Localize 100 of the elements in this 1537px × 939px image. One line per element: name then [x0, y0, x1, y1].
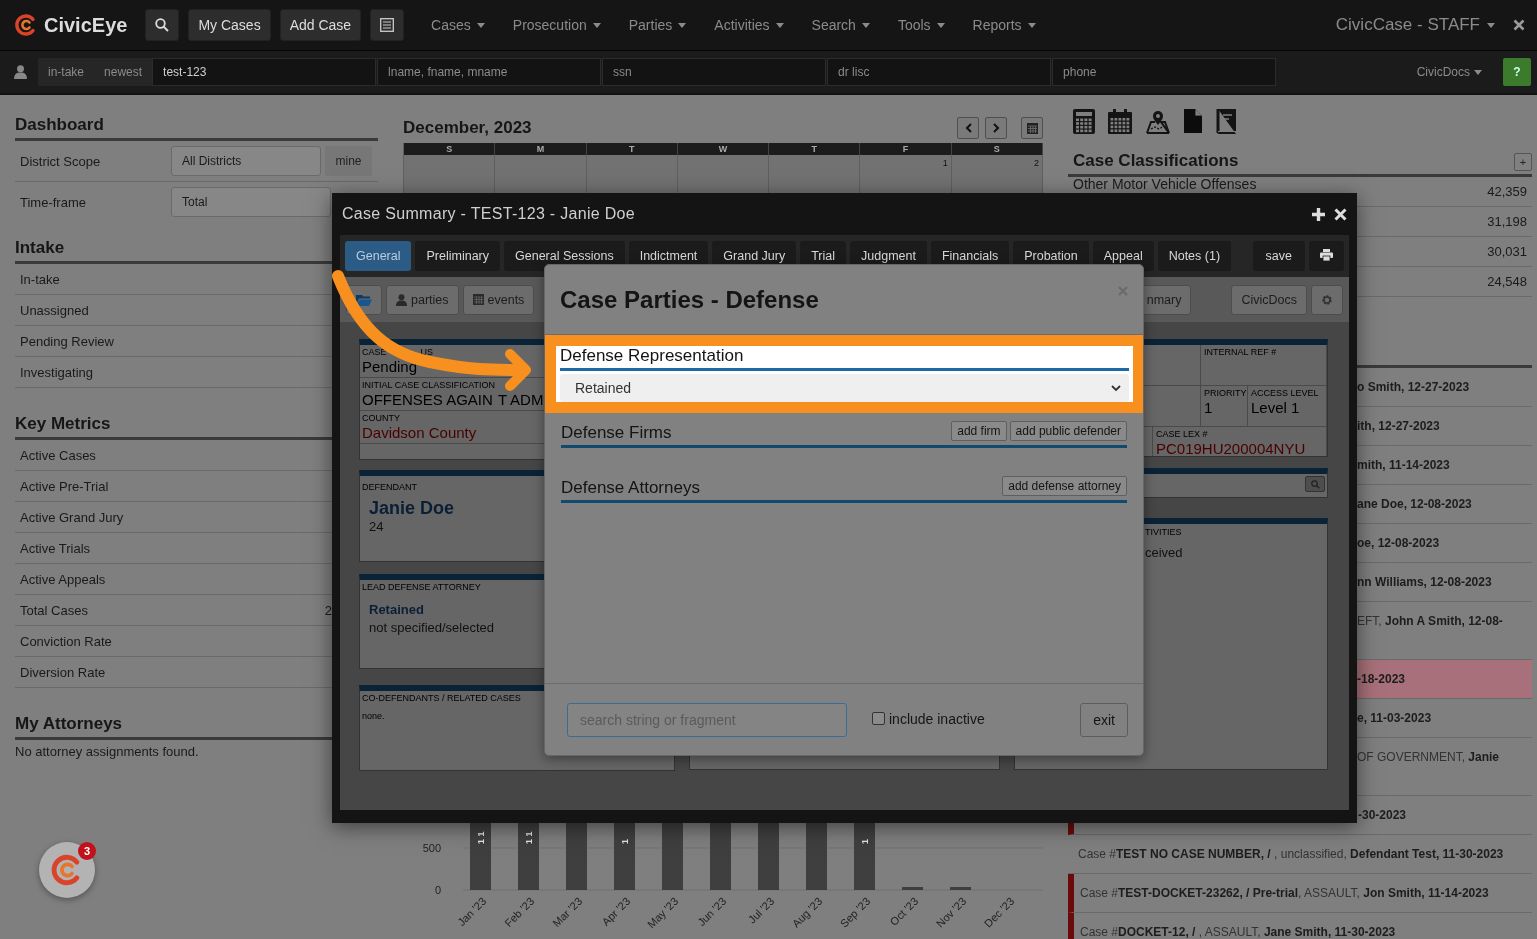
- field-label: ACCESS LEVEL: [1251, 388, 1319, 398]
- add-button[interactable]: +: [1514, 153, 1532, 171]
- search-field[interactable]: phone: [1052, 58, 1277, 86]
- case-list-item[interactable]: Case #TEST-DOCKET-23262, / Pre-trial, ASSAULT, Jon Smith, 11-14-2023: [1068, 874, 1532, 913]
- representation-select[interactable]: Retained: [560, 374, 1129, 402]
- filter-button[interactable]: in-take: [38, 58, 95, 86]
- nav-menu[interactable]: Activities: [714, 17, 784, 33]
- chart-bar: [662, 822, 683, 890]
- field-value: Pending: [362, 358, 418, 375]
- calendar-icon[interactable]: [1108, 109, 1132, 134]
- bar-value-label: 1: [860, 839, 870, 844]
- section-heading: Dashboard: [15, 115, 378, 141]
- map-pin-icon[interactable]: [1145, 109, 1171, 134]
- settings-icon: [1321, 293, 1333, 306]
- chart-bar: [518, 822, 539, 890]
- print-button[interactable]: [1309, 241, 1344, 271]
- calendar-day-cell[interactable]: 1: [860, 155, 952, 195]
- calendar-day-cell[interactable]: [404, 155, 496, 195]
- calendar-day-cell[interactable]: [495, 155, 587, 195]
- window-title: Case Summary - TEST-123 - Janie Doe: [342, 205, 636, 223]
- chart-bar: [614, 822, 635, 890]
- add-button[interactable]: add public defender: [1009, 421, 1127, 441]
- chart-bar: [854, 822, 875, 890]
- tab[interactable]: General: [345, 241, 412, 271]
- caret-icon: [592, 22, 601, 28]
- axis-month-label: May '23: [644, 894, 681, 931]
- help-button[interactable]: ?: [1503, 58, 1531, 86]
- app-menu[interactable]: CivicCase - STAFF: [1335, 15, 1495, 35]
- case-list-item[interactable]: Case #DOCKET-12, / , ASSAULT, Jane Smith, 11-30-2023: [1068, 913, 1532, 939]
- document-icon[interactable]: [1184, 109, 1202, 133]
- calendar-day-cell[interactable]: 2: [951, 155, 1043, 195]
- tab[interactable]: Notes (1): [1157, 241, 1232, 271]
- tab[interactable]: Preliminary: [415, 241, 500, 271]
- calendar-day-cell[interactable]: [586, 155, 678, 195]
- axis-tick-label: 0: [434, 884, 441, 896]
- axis-month-label: Oct '23: [887, 894, 921, 928]
- exit-button[interactable]: exit: [1080, 702, 1128, 737]
- metric-label: Total Cases: [20, 602, 88, 618]
- classification-label[interactable]: Other Motor Vehicle Offenses: [1073, 175, 1257, 192]
- classification-count: 30,031: [1487, 244, 1527, 259]
- search-field[interactable]: dr lisc: [827, 58, 1052, 86]
- nav-menu[interactable]: Parties: [628, 17, 687, 33]
- dialog-title: Case Parties - Defense: [560, 285, 820, 314]
- field-label: CASE LEX #: [1156, 429, 1208, 439]
- defendant-name[interactable]: Janie Doe: [369, 498, 455, 519]
- nav-button[interactable]: Add Case: [279, 9, 362, 41]
- time-frame-field[interactable]: Total: [171, 187, 331, 217]
- section-heading: Defense Firms: [561, 423, 672, 443]
- calendar-day-cell[interactable]: [769, 155, 861, 195]
- intake-item[interactable]: In-take: [20, 271, 60, 287]
- axis-month-label: Jun '23: [695, 894, 729, 929]
- calculator-icon[interactable]: [1073, 109, 1095, 134]
- mine-button[interactable]: mine: [325, 146, 372, 176]
- axis-month-label: Mar '23: [550, 894, 585, 930]
- add-button[interactable]: add firm: [951, 421, 1007, 441]
- list-button[interactable]: [370, 9, 405, 41]
- nav-menu[interactable]: Cases: [431, 17, 485, 33]
- weekday-label: S: [404, 143, 496, 155]
- close-button[interactable]: [1513, 19, 1525, 31]
- axis-month-label: Nov '23: [933, 894, 969, 930]
- list-icon: [380, 18, 395, 32]
- calendar-button[interactable]: [1021, 117, 1043, 139]
- calendar-day-cell[interactable]: [677, 155, 770, 195]
- weekday-label: S: [951, 143, 1043, 155]
- weekday-label: F: [860, 143, 952, 155]
- docs-button[interactable]: CivicDocs: [1231, 284, 1307, 315]
- toolbar-button[interactable]: parties: [386, 284, 459, 315]
- add-button[interactable]: add defense attorney: [1002, 476, 1127, 496]
- metric-label: Active Appeals: [20, 571, 106, 587]
- section-heading: Defense Attorneys: [561, 478, 700, 498]
- nav-button[interactable]: My Cases: [188, 9, 271, 41]
- toolbar-button[interactable]: events: [462, 284, 535, 315]
- nav-menu[interactable]: Prosecution: [512, 17, 601, 33]
- search-button[interactable]: [145, 9, 180, 41]
- chat-button[interactable]: [39, 842, 95, 898]
- case-list-item[interactable]: Case #TEST NO CASE NUMBER, / , unclassified, Defendant Test, 11-30-2023: [1068, 835, 1532, 874]
- search-icon: [155, 18, 170, 32]
- book-icon[interactable]: [1215, 109, 1236, 134]
- search-field[interactable]: lname, fname, mname: [377, 58, 602, 86]
- intake-item[interactable]: Pending Review: [20, 333, 114, 349]
- nav-menu[interactable]: Search: [811, 17, 870, 33]
- axis-month-label: Feb '23: [502, 894, 537, 930]
- scope-field[interactable]: All Districts: [171, 146, 321, 176]
- next-button[interactable]: [985, 117, 1007, 139]
- save-button[interactable]: save: [1252, 241, 1305, 271]
- docs-menu[interactable]: CivicDocs: [1410, 64, 1488, 80]
- nav-menu[interactable]: Reports: [972, 17, 1036, 33]
- field-value: 1: [1204, 399, 1213, 416]
- chart-bar: [806, 822, 827, 890]
- close-icon: [1334, 207, 1347, 221]
- intake-item[interactable]: Unassigned: [20, 302, 89, 318]
- intake-item[interactable]: Investigating: [20, 364, 93, 380]
- filter-button[interactable]: newest: [94, 58, 153, 86]
- nav-menu[interactable]: Tools: [897, 17, 945, 33]
- add-button[interactable]: [1311, 206, 1326, 222]
- search-field[interactable]: test-123: [152, 58, 377, 86]
- day-number: 1: [942, 158, 948, 168]
- metric-label: Conviction Rate: [20, 633, 112, 649]
- search-field[interactable]: ssn: [602, 58, 827, 86]
- previous-button[interactable]: [957, 117, 979, 139]
